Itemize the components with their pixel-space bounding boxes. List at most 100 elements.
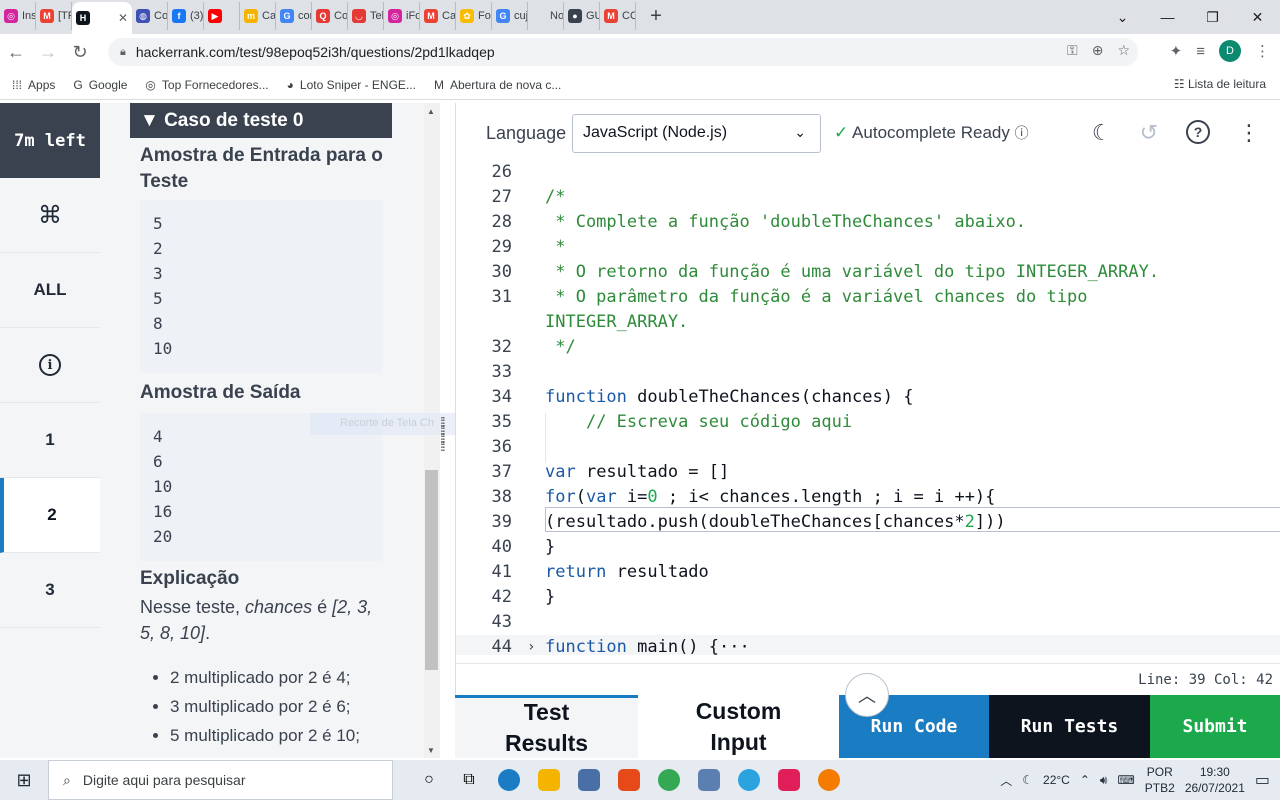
profile-avatar[interactable]: D (1219, 40, 1241, 62)
volume-icon[interactable]: 🔊︎ (1100, 773, 1108, 788)
code-line[interactable]: 38 for(var i=0 ; i< chances.length ; i = … (456, 485, 1280, 510)
task-view-icon[interactable]: ⧉ (449, 760, 489, 800)
code-line[interactable]: 33 (456, 360, 1280, 385)
test-info-button[interactable]: i (0, 328, 100, 403)
cortana-icon[interactable]: ○ (409, 760, 449, 800)
code-line[interactable]: 28 * Complete a função 'doubleTheChances… (456, 210, 1280, 235)
custom-input-tab[interactable]: Custom Input (638, 695, 839, 758)
scroll-up-icon[interactable]: ▲ (427, 107, 435, 116)
browser-tab[interactable]: Gcon (276, 2, 312, 30)
help-icon[interactable]: ? (1186, 120, 1210, 144)
bookmark-star-icon[interactable]: ☆ (1117, 42, 1130, 59)
office-icon[interactable] (609, 760, 649, 800)
question-3-button[interactable]: 3 (0, 553, 100, 628)
browser-tab[interactable]: ◎ iFoo (384, 2, 420, 30)
monitor-app-icon[interactable] (689, 760, 729, 800)
browser-tab[interactable]: f (3) (168, 2, 204, 30)
expand-panel-icon[interactable]: ︿ (845, 673, 889, 717)
browser-tab[interactable]: Gcuj (492, 2, 528, 30)
code-line[interactable]: 29 * (456, 235, 1280, 260)
browser-tab[interactable]: Q Cor (312, 2, 348, 30)
code-area[interactable]: 26 27 /* 28 * Complete a função 'doubleTheC… (456, 163, 1280, 655)
browser-tab[interactable]: ● GU (564, 2, 600, 30)
mail-icon[interactable] (569, 760, 609, 800)
slack-icon[interactable] (769, 760, 809, 800)
code-line[interactable]: 41 return resultado (456, 560, 1280, 585)
browser-tab[interactable]: Nova gu (528, 2, 564, 30)
key-icon[interactable]: ⚿ (1067, 42, 1078, 59)
run-tests-button[interactable]: Run Tests (989, 695, 1150, 758)
editor-menu-icon[interactable]: ⋮ (1238, 120, 1260, 146)
close-window-button[interactable]: ✕ (1235, 9, 1280, 26)
telegram-icon[interactable] (729, 760, 769, 800)
language-indicator[interactable]: POR PTB2 (1145, 764, 1175, 796)
browser-tab[interactable]: H ✕ (72, 2, 132, 34)
code-line[interactable]: 34 function doubleTheChances(chances) { (456, 385, 1280, 410)
zoom-icon[interactable]: ⊕ (1092, 42, 1104, 59)
test-results-tab[interactable]: Test Results (455, 695, 638, 758)
extensions-icon[interactable]: ✦ (1170, 42, 1183, 60)
url-omnibox[interactable]: 🔒︎ hackerrank.com/test/98epoq52i3h/quest… (108, 38, 1138, 66)
back-button[interactable]: ← (0, 42, 32, 63)
question-2-button[interactable]: 2 (0, 478, 100, 553)
code-line[interactable]: 36 (456, 435, 1280, 460)
question-1-button[interactable]: 1 (0, 403, 100, 478)
browser-tab[interactable]: m Cau (240, 2, 276, 30)
code-line[interactable]: 27 /* (456, 185, 1280, 210)
code-line[interactable]: 31 * O parâmetro da função é a variável … (456, 285, 1280, 310)
dark-mode-icon[interactable]: ☾ (1092, 120, 1112, 146)
code-line[interactable]: INTEGER_ARRAY. (456, 310, 1280, 335)
browser-tab[interactable]: ◡ Tele (348, 2, 384, 30)
scrollbar-thumb[interactable] (425, 470, 438, 670)
code-line[interactable]: 42} (456, 585, 1280, 610)
browser-tab[interactable]: M [TR (36, 2, 72, 30)
keyboard-icon[interactable]: ⌨ (1117, 773, 1134, 787)
clock[interactable]: 19:30 26/07/2021 (1185, 764, 1245, 796)
code-line[interactable]: 44 › function main() {··· (456, 635, 1280, 655)
command-palette-button[interactable]: ⌘ (0, 178, 100, 253)
reload-button[interactable]: ↻ (64, 42, 96, 63)
file-explorer-icon[interactable] (529, 760, 569, 800)
code-line[interactable]: 39 (resultado.push(doubleTheChances[chanc… (456, 510, 1280, 535)
language-select[interactable]: JavaScript (Node.js) ⌄ (572, 114, 821, 153)
code-line[interactable]: 37 var resultado = [] (456, 460, 1280, 485)
fold-chevron-icon[interactable]: › (527, 635, 535, 655)
weather-temp[interactable]: 22°C (1043, 773, 1070, 787)
browser-menu-icon[interactable]: ⋮ (1255, 42, 1270, 60)
code-line[interactable]: 30 * O retorno da função é uma variável … (456, 260, 1280, 285)
bookmark-item[interactable]: ◕ Loto Sniper - ENGE... (287, 78, 416, 92)
forward-button[interactable]: → (32, 42, 64, 63)
all-questions-button[interactable]: ALL (0, 253, 100, 328)
chrome-icon[interactable] (649, 760, 689, 800)
submit-button[interactable]: Submit (1150, 695, 1280, 758)
test-case-header[interactable]: ▼ Caso de teste 0 (130, 103, 392, 138)
bookmark-item[interactable]: M Abertura de nova c... (434, 78, 561, 92)
pane-resize-handle[interactable]: ⁞⁞ ⁞⁞ ⁞⁞ ⁞⁞ (440, 415, 452, 458)
network-icon[interactable]: ⌃ (1080, 773, 1090, 787)
code-line[interactable]: 40} (456, 535, 1280, 560)
info-small-icon[interactable]: ⓘ (1015, 125, 1029, 141)
code-line[interactable]: 32 */ (456, 335, 1280, 360)
edge-icon[interactable] (489, 760, 529, 800)
restore-button[interactable]: ❐ (1190, 9, 1235, 26)
taskbar-search-input[interactable]: ⌕ Digite aqui para pesquisar (48, 760, 393, 800)
new-tab-button[interactable]: + (636, 5, 676, 28)
bookmark-item[interactable]: G Google (73, 78, 127, 92)
browser-tab[interactable]: M CO (600, 2, 636, 30)
bookmark-item[interactable]: ⁞⁞⁞ Apps (12, 78, 55, 92)
reading-list-button[interactable]: ☷ Lista de leitura (1174, 77, 1266, 91)
media-control-icon[interactable]: ≡ (1196, 43, 1205, 60)
tray-expand-icon[interactable]: ︿ (1000, 772, 1012, 789)
chart-app-icon[interactable] (809, 760, 849, 800)
browser-tab[interactable]: ▶ (204, 2, 240, 30)
code-line[interactable]: 26 (456, 163, 1280, 185)
tab-search-icon[interactable]: ⌄ (1100, 9, 1145, 26)
minimize-button[interactable]: — (1145, 9, 1190, 25)
code-line[interactable]: 43 (456, 610, 1280, 635)
bookmark-item[interactable]: ◎ Top Fornecedores... (145, 78, 268, 92)
code-line[interactable]: 35 // Escreva seu código aqui (456, 410, 1280, 435)
browser-tab[interactable]: ◎ Inst (0, 2, 36, 30)
scroll-down-icon[interactable]: ▼ (427, 746, 435, 755)
browser-tab[interactable]: M Cai (420, 2, 456, 30)
tab-close-icon[interactable]: ✕ (118, 11, 128, 25)
